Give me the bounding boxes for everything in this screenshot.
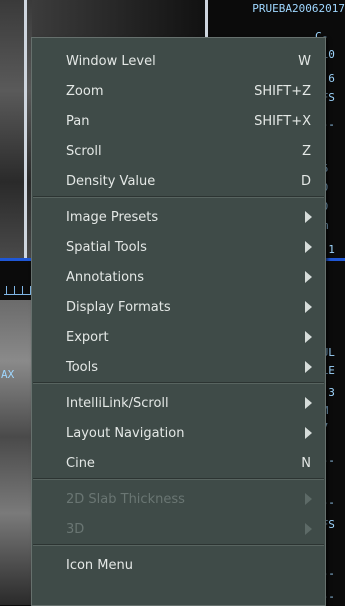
menu-item-label: Display Formats: [66, 299, 171, 315]
menu-item-label: Export: [66, 329, 109, 345]
submenu-arrow-icon: [305, 361, 312, 373]
menu-item-shortcut: SHIFT+Z: [254, 83, 311, 99]
menu-item-label: Density Value: [66, 173, 156, 189]
menu-item-shortcut: D: [300, 173, 311, 189]
menu-item-label: IntelliLink/Scroll: [66, 395, 169, 411]
menu-item-export[interactable]: Export: [32, 322, 325, 352]
menu-item-tools[interactable]: Tools: [32, 352, 325, 382]
menu-item-pan[interactable]: Pan SHIFT+X: [32, 106, 325, 136]
menu-item-image-presets[interactable]: Image Presets: [32, 202, 325, 232]
menu-item-shortcut: Z: [302, 143, 311, 159]
menu-item-cine[interactable]: Cine N: [32, 448, 325, 478]
submenu-arrow-icon: [305, 301, 312, 313]
viewport-divider: [205, 0, 208, 40]
study-title-overlay: PRUEBA20062017: [252, 2, 345, 15]
menu-item-intellilink-scroll[interactable]: IntelliLink/Scroll: [32, 388, 325, 418]
menu-item-annotations[interactable]: Annotations: [32, 262, 325, 292]
menu-item-layout-navigation[interactable]: Layout Navigation: [32, 418, 325, 448]
submenu-arrow-icon: [305, 271, 312, 283]
menu-item-label: Icon Menu: [66, 557, 133, 573]
menu-separator: [33, 196, 324, 198]
menu-separator: [33, 478, 324, 480]
menu-item-label: 3D: [66, 521, 85, 537]
menu-item-label: 2D Slab Thickness: [66, 491, 185, 507]
menu-item-3d: 3D: [32, 514, 325, 544]
menu-item-label: Annotations: [66, 269, 145, 285]
menu-item-label: Tools: [66, 359, 99, 375]
menu-item-zoom[interactable]: Zoom SHIFT+Z: [32, 76, 325, 106]
menu-item-window-level[interactable]: Window Level W: [32, 46, 325, 76]
menu-item-label: Pan: [66, 113, 90, 129]
menu-item-display-formats[interactable]: Display Formats: [32, 292, 325, 322]
menu-item-label: Layout Navigation: [66, 425, 185, 441]
submenu-arrow-icon: [305, 493, 312, 505]
submenu-arrow-icon: [305, 397, 312, 409]
submenu-arrow-icon: [305, 331, 312, 343]
menu-item-spatial-tools[interactable]: Spatial Tools: [32, 232, 325, 262]
viewport-divider: [24, 0, 27, 260]
menu-item-label: Scroll: [66, 143, 102, 159]
submenu-arrow-icon: [305, 211, 312, 223]
menu-item-label: Image Presets: [66, 209, 159, 225]
image-viewport-top[interactable]: [0, 0, 32, 260]
menu-item-shortcut: SHIFT+X: [254, 113, 311, 129]
menu-item-label: Cine: [66, 455, 95, 471]
menu-item-label: Zoom: [66, 83, 104, 99]
menu-item-scroll[interactable]: Scroll Z: [32, 136, 325, 166]
image-viewport-top-strip[interactable]: [32, 0, 207, 40]
submenu-arrow-icon: [305, 427, 312, 439]
menu-item-icon-menu[interactable]: Icon Menu: [32, 550, 325, 580]
menu-item-shortcut: N: [301, 455, 311, 471]
menu-separator: [33, 382, 324, 384]
menu-item-2d-slab-thickness: 2D Slab Thickness: [32, 484, 325, 514]
submenu-arrow-icon: [305, 523, 312, 535]
submenu-arrow-icon: [305, 241, 312, 253]
menu-item-shortcut: W: [298, 53, 311, 69]
menu-item-label: Window Level: [66, 53, 156, 69]
menu-separator: [33, 544, 324, 546]
menu-item-label: Spatial Tools: [66, 239, 147, 255]
menu-item-density-value[interactable]: Density Value D: [32, 166, 325, 196]
orientation-label: AX: [1, 368, 15, 381]
context-menu: Window Level W Zoom SHIFT+Z Pan SHIFT+X Scroll…: [31, 37, 326, 606]
